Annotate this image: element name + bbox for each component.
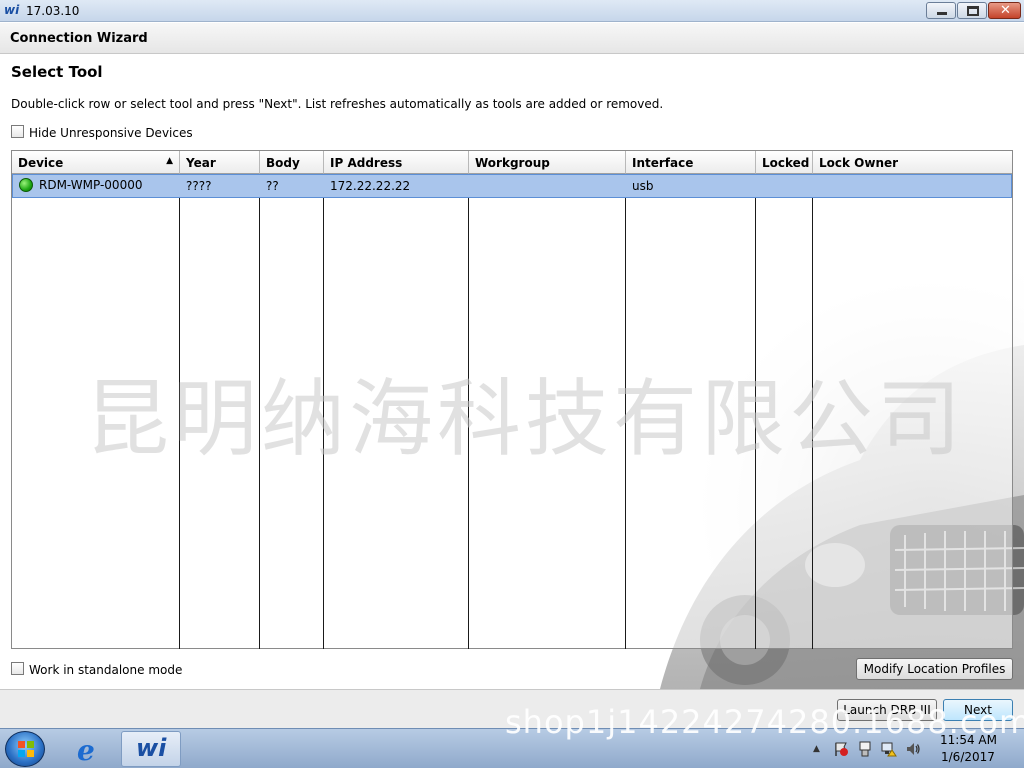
table-row[interactable] [12, 174, 1012, 198]
clock-date[interactable]: 1/6/2017 [941, 750, 995, 764]
usb-device-icon[interactable] [857, 741, 873, 757]
column-header-interface[interactable]: Interface [626, 151, 756, 174]
column-header-device[interactable]: Device ▲ [12, 151, 180, 174]
start-button[interactable] [5, 731, 45, 767]
column-header-label: Interface [632, 156, 694, 170]
hide-unresponsive-label: Hide Unresponsive Devices [29, 126, 193, 140]
cell-ip-address: 172.22.22.22 [330, 179, 411, 193]
minimize-icon [937, 12, 947, 15]
cell-interface: usb [632, 179, 654, 193]
company-watermark: 昆明纳海科技有限公司 [85, 370, 966, 468]
windows-logo-icon [18, 741, 34, 757]
internet-explorer-icon: e [77, 734, 95, 767]
cell-body: ?? [266, 179, 279, 193]
column-header-label: Locked [762, 156, 810, 170]
sort-ascending-icon: ▲ [166, 156, 173, 166]
cell-year: ???? [186, 179, 212, 193]
column-header-locked[interactable]: Locked [756, 151, 813, 174]
column-header-label: Body [266, 156, 300, 170]
column-header-label: Lock Owner [819, 156, 899, 170]
main-panel: Select Tool Double-click row or select t… [0, 55, 1024, 689]
column-header-label: IP Address [330, 156, 403, 170]
status-online-icon [19, 178, 33, 192]
app-logo-icon: wi [4, 3, 20, 17]
modify-location-profiles-button[interactable]: Modify Location Profiles [856, 658, 1013, 680]
taskbar-wi-app[interactable]: wi [121, 731, 181, 767]
column-header-workgroup[interactable]: Workgroup [469, 151, 626, 174]
volume-icon[interactable] [905, 741, 921, 757]
column-header-ip-address[interactable]: IP Address [324, 151, 469, 174]
close-button[interactable]: ✕ [988, 2, 1021, 19]
window-titlebar: wi 17.03.10 ✕ [0, 0, 1024, 22]
column-header-year[interactable]: Year [180, 151, 260, 174]
wizard-header: Connection Wizard [0, 23, 1024, 54]
cell-device: RDM-WMP-00000 [39, 178, 143, 192]
instructions-text: Double-click row or select tool and pres… [11, 97, 664, 111]
section-title: Select Tool [11, 63, 103, 81]
wizard-title: Connection Wizard [10, 31, 148, 46]
standalone-mode-label: Work in standalone mode [29, 663, 183, 677]
column-header-lock-owner[interactable]: Lock Owner [813, 151, 1012, 174]
network-icon[interactable] [881, 741, 897, 757]
action-center-flag-icon[interactable] [833, 741, 849, 757]
close-icon: ✕ [1000, 3, 1011, 18]
taskbar-internet-explorer[interactable]: e [66, 731, 116, 767]
column-header-label: Workgroup [475, 156, 550, 170]
shop-url-watermark: shop1j14224274280.1688.com [505, 703, 1024, 741]
maximize-icon [967, 6, 979, 16]
wi-app-icon: wi [136, 734, 167, 762]
hide-unresponsive-checkbox[interactable] [11, 125, 24, 138]
standalone-mode-checkbox[interactable] [11, 662, 24, 675]
minimize-button[interactable] [926, 2, 956, 19]
column-header-label: Device [18, 156, 64, 170]
window-title: 17.03.10 [26, 4, 80, 18]
column-header-body[interactable]: Body [260, 151, 324, 174]
column-header-label: Year [186, 156, 216, 170]
maximize-button[interactable] [957, 2, 987, 19]
show-hidden-icons-icon[interactable]: ▲ [813, 744, 820, 754]
